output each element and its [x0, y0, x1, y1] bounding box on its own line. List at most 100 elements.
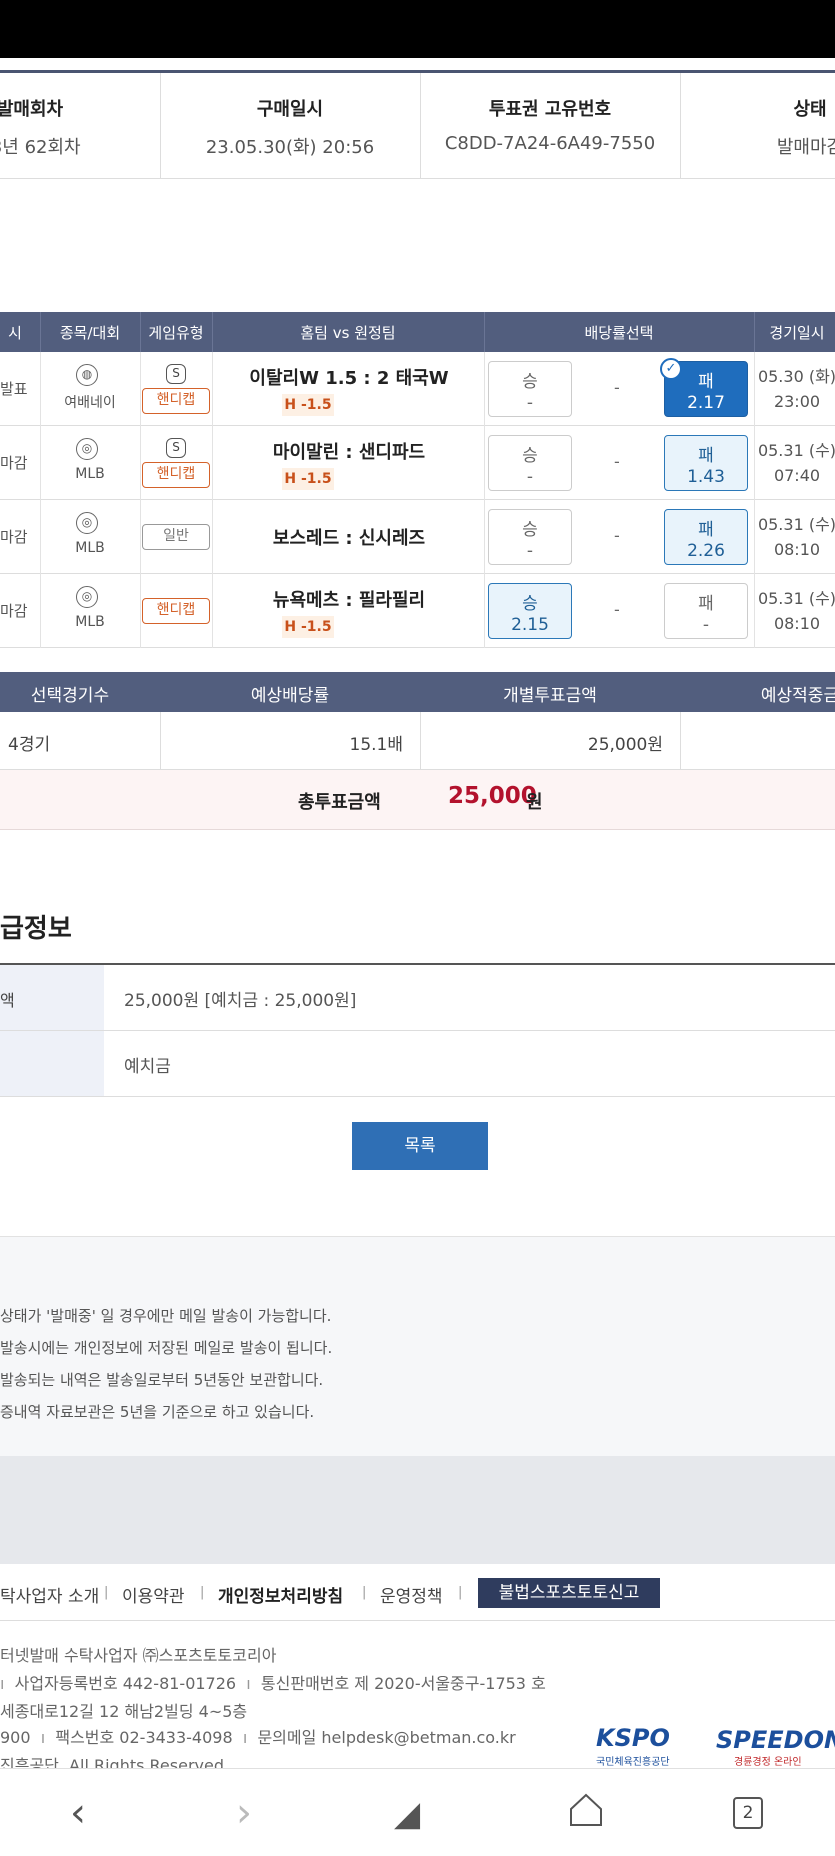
notice-line: 발송시에는 개인정보에 저장된 메일로 발송이 됩니다.: [0, 1339, 333, 1357]
total-label: 총투표금액: [298, 792, 381, 813]
footer-info: 터넷발매 수탁사업자 ㈜스포츠토토코리아: [0, 1646, 277, 1665]
round-value: 23년 62회차: [0, 137, 81, 158]
row-league: MLB: [75, 614, 105, 630]
row-teams: 보스레드 : 신시레즈: [272, 528, 426, 549]
back-icon[interactable]: ‹: [70, 1790, 86, 1836]
game-type-badge: 핸디캡: [142, 388, 210, 414]
handicap-label: H -1.5: [282, 616, 334, 638]
purchase-date-cell: 구매일시 23.05.30(화) 20:56: [160, 73, 420, 179]
footer-info-row: ı 사업자등록번호 442-81-01726 ı 통신판매번호 제 2020-서…: [0, 1674, 546, 1693]
draw-odds: -: [614, 600, 620, 619]
notice-box: 상태가 '발매중' 일 경우에만 메일 발송이 가능합니다. 발송시에는 개인정…: [0, 1236, 835, 1456]
gray-band: [0, 1456, 835, 1564]
purchase-date-value: 23.05.30(화) 20:56: [205, 137, 375, 158]
row-date: 05.31 (수) 07:40: [757, 441, 835, 485]
expected-odds: 15.1배: [349, 735, 404, 755]
ticket-id-cell: 투표권 고유번호 C8DD-7A24-6A49-7550: [420, 73, 680, 179]
bet-summary-row: 4경기 15.1배 25,000원: [0, 712, 835, 770]
table-row: 마감 ◎ MLB S 핸디캡 마이말린 : 샌디파드 H -1.5 승- - 패…: [0, 426, 835, 500]
win-odds-button[interactable]: 승 2.15: [488, 583, 572, 639]
total-amount: 25,000: [448, 783, 537, 809]
kspo-logo: KSPO: [596, 1724, 670, 1752]
purchase-date-label: 구매일시: [256, 99, 324, 120]
row-teams: 뉴욕메츠 : 필라필리: [272, 590, 426, 611]
expected-payout-label: 예상적중금: [760, 686, 835, 706]
game-type-badge: 핸디캡: [142, 598, 210, 624]
payment-value: 예치금: [124, 1057, 171, 1077]
table-row: 마감 ◎ MLB 일반 보스레드 : 신시레즈 승- - 패 2.26 05.31…: [0, 500, 835, 574]
footer-link-about[interactable]: 탁사업자 소개: [0, 1582, 99, 1607]
footer-contact-row: 900 ı 팩스번호 02-3433-4098 ı 문의메일 helpdesk@…: [0, 1728, 516, 1747]
bet-summary-header: 선택경기수 예상배당률 개별투표금액 예상적중금: [0, 672, 835, 712]
row-league: 여배네이: [64, 395, 116, 411]
game-type-badge: 일반: [142, 524, 210, 550]
row-league: MLB: [75, 466, 105, 482]
total-unit: 원: [526, 792, 543, 813]
lose-odds-button[interactable]: 패-: [664, 583, 748, 639]
report-button[interactable]: 불법스포츠토토신고: [478, 1578, 660, 1608]
win-odds-button[interactable]: 승-: [488, 509, 572, 565]
row-status: 마감: [0, 602, 28, 620]
lose-odds-button[interactable]: 패 1.43: [664, 435, 748, 491]
dolphin-icon[interactable]: ◢: [394, 1794, 420, 1834]
draw-odds: -: [614, 526, 620, 545]
status-label: 상태: [793, 99, 827, 120]
baseball-icon: ◎: [76, 438, 98, 460]
table-row: 마감 ◎ MLB 핸디캡 뉴욕메츠 : 필라필리 H -1.5 승 2.15 - …: [0, 574, 835, 648]
col-game-type: 게임유형: [148, 324, 204, 342]
notice-line: 발송되는 내역은 발송일로부터 5년동안 보관합니다.: [0, 1371, 324, 1389]
selected-count-label: 선택경기수: [30, 686, 110, 706]
ticket-id-value: C8DD-7A24-6A49-7550: [444, 133, 656, 154]
win-odds-button[interactable]: 승-: [488, 435, 572, 491]
handicap-label: H -1.5: [282, 394, 334, 416]
speedon-logo-sub: 경륜경정 온라인: [734, 1757, 802, 1768]
s-badge: S: [166, 438, 186, 458]
footer-link-terms[interactable]: 이용약관: [122, 1582, 185, 1607]
status-cell: 상태 발매마감: [740, 73, 835, 179]
payment-row: 액 25,000원 [예치금 : 25,000원]: [0, 965, 835, 1031]
payment-key: 액: [0, 991, 15, 1010]
expected-odds-label: 예상배당률: [250, 686, 330, 706]
speedon-logo: SPEEDON: [716, 1726, 835, 1754]
footer-link-policy[interactable]: 운영정책: [380, 1582, 443, 1607]
baseball-icon: ◎: [76, 586, 98, 608]
handicap-label: H -1.5: [282, 468, 334, 490]
check-icon: ✓: [660, 358, 682, 380]
home-icon[interactable]: [568, 1792, 604, 1828]
row-league: MLB: [75, 540, 105, 556]
col-teams: 홈팀 vs 원정팀: [300, 324, 396, 342]
table-row: 발표 ◍ 여배네이 S 핸디캡 이탈리W 1.5 : 2 태국W H -1.5 …: [0, 352, 835, 426]
total-row: 총투표금액 25,000 원: [0, 770, 835, 830]
footer-divider: [0, 1620, 835, 1621]
footer-address: 세종대로12길 12 해남2빌딩 4~5층: [0, 1702, 248, 1721]
lose-odds-button[interactable]: 패 2.26: [664, 509, 748, 565]
selected-count: 4경기: [8, 735, 51, 755]
round-cell: 발매회차 23년 62회차: [0, 73, 160, 179]
notice-line: 증내역 자료보관은 5년을 기준으로 하고 있습니다.: [0, 1403, 315, 1421]
footer-links: 탁사업자 소개 | 이용약관 | 개인정보처리방침 | 운영정책 | 불법스포츠…: [0, 1578, 835, 1612]
volleyball-icon: ◍: [76, 364, 98, 386]
row-date: 05.30 (화) 23:00: [757, 367, 835, 411]
col-date: 경기일시: [769, 324, 825, 342]
draw-odds: -: [614, 452, 620, 471]
col-odds: 배당률선택: [584, 324, 654, 342]
footer-link-privacy[interactable]: 개인정보처리방침: [218, 1582, 343, 1607]
status-value: 발매마감: [776, 137, 835, 158]
row-teams: 이탈리W 1.5 : 2 태국W: [249, 368, 449, 389]
game-type-badge: 핸디캡: [142, 462, 210, 488]
row-status: 발표: [0, 380, 28, 398]
payment-section-title: 급정보: [0, 914, 72, 944]
row-date: 05.31 (수) 08:10: [757, 515, 835, 559]
row-status: 마감: [0, 528, 28, 546]
tabs-icon[interactable]: 2: [733, 1797, 763, 1829]
draw-odds: -: [614, 378, 620, 397]
game-table-header: 시 종목/대회 게임유형 홈팀 vs 원정팀 배당률선택 경기일시: [0, 312, 835, 352]
kspo-logo-sub: 국민체육진흥공단: [596, 1757, 670, 1768]
row-date: 05.31 (수) 08:10: [757, 589, 835, 633]
col-status: 시: [8, 324, 22, 342]
s-badge: S: [166, 364, 186, 384]
win-odds-button[interactable]: 승-: [488, 361, 572, 417]
forward-icon[interactable]: ›: [236, 1790, 252, 1836]
list-button[interactable]: 목록: [352, 1122, 488, 1170]
round-label: 발매회차: [0, 99, 64, 120]
